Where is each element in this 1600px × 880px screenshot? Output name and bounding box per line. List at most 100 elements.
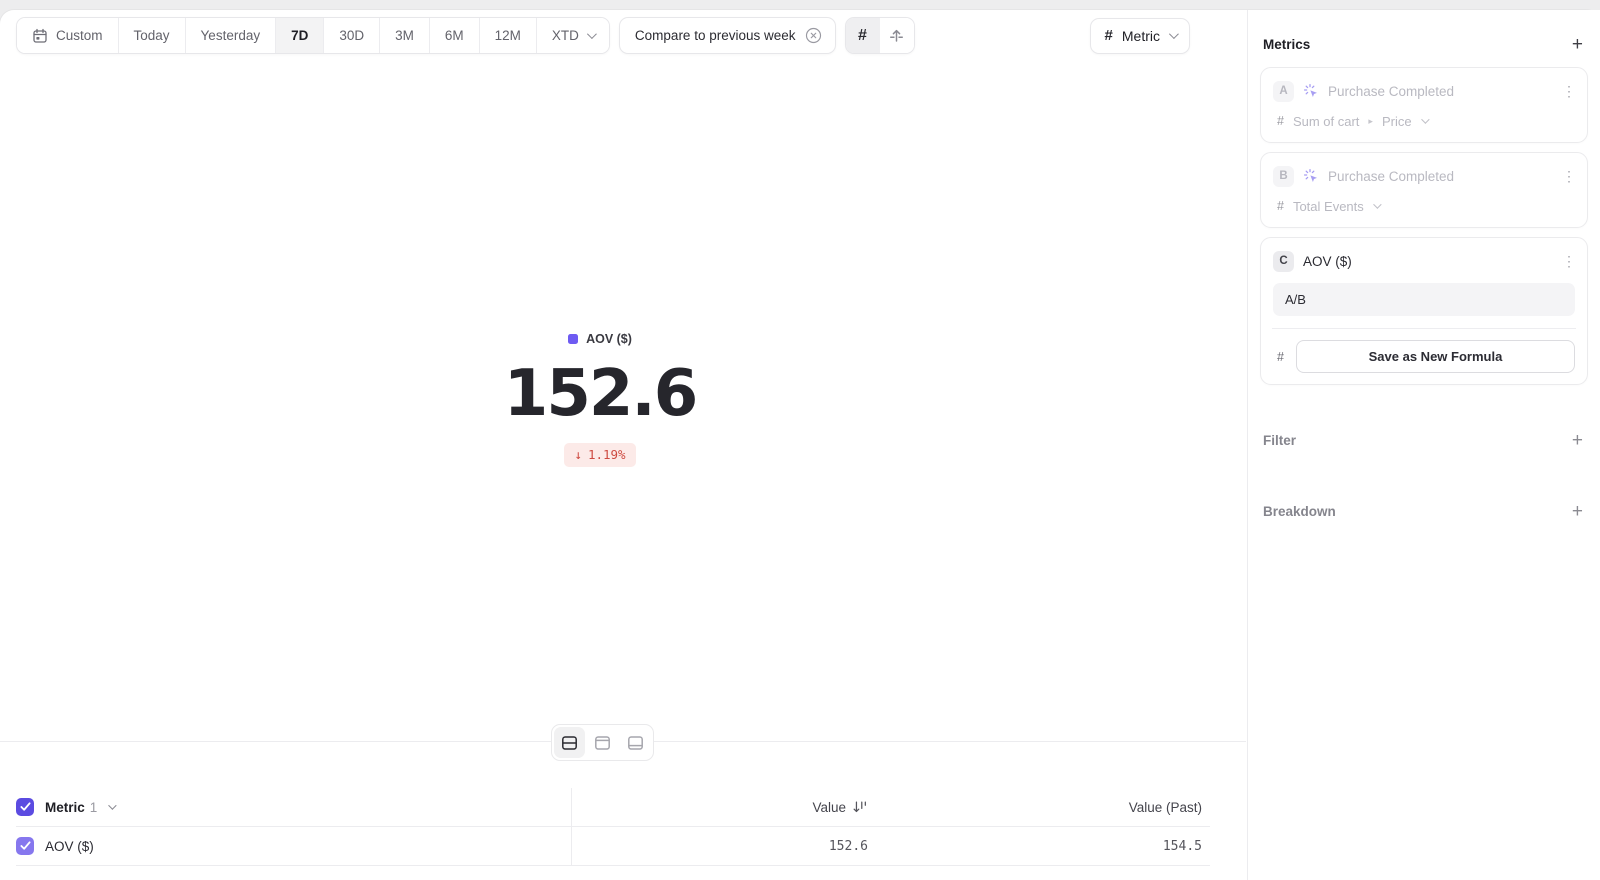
date-range-label: Yesterday [201, 28, 261, 43]
metric-dropdown-label: Metric [1122, 28, 1160, 44]
metric-event-name: Purchase Completed [1328, 169, 1454, 184]
layout-split-view-button[interactable] [554, 727, 585, 758]
add-metric-button[interactable]: + [1570, 35, 1585, 54]
metric-measure-row[interactable]: # Total Events [1273, 196, 1575, 216]
date-range-custom[interactable]: Custom [17, 18, 118, 53]
metric-column-title[interactable]: Metric [45, 800, 85, 815]
compare-chip[interactable]: Compare to previous week [619, 17, 836, 54]
add-breakdown-button[interactable]: + [1570, 502, 1585, 521]
chevron-down-icon [1169, 29, 1179, 39]
big-number-value: 152.6 [0, 362, 1200, 426]
chevron-down-icon[interactable] [108, 801, 116, 809]
formula-actions-row: # Save as New Formula [1273, 340, 1575, 373]
hash-icon: # [858, 27, 867, 45]
date-range-label: 12M [495, 28, 521, 43]
filter-section-title: Filter [1263, 433, 1296, 448]
measure-label: Sum of cart [1293, 114, 1359, 129]
layout-table-only-button[interactable] [620, 727, 651, 758]
save-as-new-formula-button[interactable]: Save as New Formula [1296, 340, 1575, 373]
app-canvas: Custom Today Yesterday 7D 30D 3M 6M 12M … [0, 10, 1600, 880]
card-divider [1272, 328, 1576, 329]
formula-card-c[interactable]: C AOV ($) ⋮ # Save as New Formula [1260, 237, 1588, 385]
date-range-7d-selected[interactable]: 7D [275, 18, 323, 53]
triangle-separator-icon: ▸ [1368, 116, 1373, 127]
row-value: 152.6 [829, 839, 868, 854]
table-header-row: Metric 1 Value Value (Past) [16, 788, 1210, 827]
row-metric-label: AOV ($) [45, 839, 94, 854]
event-sparkle-icon [1303, 83, 1319, 99]
metric-card-a-header: A Purchase Completed ⋮ [1273, 79, 1575, 103]
value-past-column-title: Value (Past) [1129, 800, 1202, 815]
chart-only-icon [594, 735, 611, 751]
change-badge: ↓ 1.19% [564, 443, 635, 467]
select-all-checkbox[interactable] [16, 798, 34, 816]
legend-label: AOV ($) [586, 332, 632, 346]
date-range-label: 6M [445, 28, 464, 43]
formula-card-header: C AOV ($) ⋮ [1273, 249, 1575, 273]
date-range-label: 30D [339, 28, 364, 43]
measure-label: Total Events [1293, 199, 1364, 214]
formula-input[interactable] [1273, 283, 1575, 316]
number-format-toggle[interactable]: # [846, 18, 880, 53]
value-display-toggle: # [845, 17, 915, 54]
compare-chip-label: Compare to previous week [635, 28, 796, 43]
metric-header-cell: Metric 1 [16, 788, 572, 826]
date-range-xtd[interactable]: XTD [536, 18, 609, 53]
number-type-icon: # [1277, 199, 1284, 213]
layout-chart-only-button[interactable] [587, 727, 618, 758]
date-range-label: Today [134, 28, 170, 43]
big-number-block: AOV ($) 152.6 ↓ 1.19% [0, 331, 1200, 467]
date-range-6m[interactable]: 6M [429, 18, 479, 53]
date-range-yesterday[interactable]: Yesterday [185, 18, 276, 53]
annotations-toggle[interactable] [880, 18, 914, 53]
event-sparkle-icon [1303, 168, 1319, 184]
calendar-icon [32, 28, 48, 44]
value-header-cell[interactable]: Value [572, 800, 868, 815]
legend-swatch [568, 334, 578, 344]
kebab-menu-icon[interactable]: ⋮ [1562, 169, 1576, 183]
metric-dropdown-button[interactable]: # Metric [1090, 18, 1190, 54]
split-view-icon [561, 735, 578, 751]
add-filter-button[interactable]: + [1570, 431, 1585, 450]
metric-card-a[interactable]: A Purchase Completed ⋮ # Sum of cart ▸ P… [1260, 67, 1588, 143]
kebab-menu-icon[interactable]: ⋮ [1562, 254, 1576, 268]
date-range-today[interactable]: Today [118, 18, 185, 53]
metric-badge: C [1273, 251, 1294, 272]
date-range-label: XTD [552, 28, 579, 43]
chevron-down-icon [1421, 115, 1429, 123]
sort-descending-icon [852, 800, 868, 814]
chevron-down-icon [1373, 200, 1381, 208]
panel-layout-toggle [551, 724, 654, 761]
arrow-down-icon: ↓ [574, 447, 582, 462]
metric-event-name: Purchase Completed [1328, 84, 1454, 99]
arrow-up-bar-icon [888, 27, 905, 44]
date-range-12m[interactable]: 12M [479, 18, 536, 53]
change-percent: 1.19% [588, 447, 626, 462]
hash-icon: # [1105, 27, 1113, 44]
metric-card-b[interactable]: B Purchase Completed ⋮ # Total Events [1260, 152, 1588, 228]
row-value-past-cell: 154.5 [868, 839, 1210, 854]
date-range-3m[interactable]: 3M [379, 18, 429, 53]
chevron-down-icon [587, 29, 597, 39]
results-table: Metric 1 Value Value (Past) [16, 788, 1210, 866]
breakdown-section-title: Breakdown [1263, 504, 1336, 519]
metrics-section-header: Metrics + [1260, 35, 1588, 54]
value-past-header-cell[interactable]: Value (Past) [868, 800, 1210, 815]
kebab-menu-icon[interactable]: ⋮ [1562, 84, 1576, 98]
query-builder-sidebar: Metrics + A Purchase Completed ⋮ # Sum o… [1247, 10, 1600, 880]
filter-section-header: Filter + [1260, 431, 1588, 450]
metrics-section-title: Metrics [1263, 37, 1310, 52]
close-circle-icon[interactable] [805, 27, 822, 44]
table-row[interactable]: AOV ($) 152.6 154.5 [16, 827, 1210, 866]
date-range-30d[interactable]: 30D [323, 18, 379, 53]
table-only-icon [627, 735, 644, 751]
row-checkbox[interactable] [16, 837, 34, 855]
toolbar: Custom Today Yesterday 7D 30D 3M 6M 12M … [16, 17, 1190, 54]
metric-measure-row[interactable]: # Sum of cart ▸ Price [1273, 111, 1575, 131]
formula-name: AOV ($) [1303, 254, 1352, 269]
date-range-control: Custom Today Yesterday 7D 30D 3M 6M 12M … [16, 17, 610, 54]
date-range-label: Custom [56, 28, 103, 43]
row-metric-cell: AOV ($) [16, 827, 572, 865]
measure-property-label: Price [1382, 114, 1412, 129]
row-value-past: 154.5 [1163, 839, 1202, 854]
